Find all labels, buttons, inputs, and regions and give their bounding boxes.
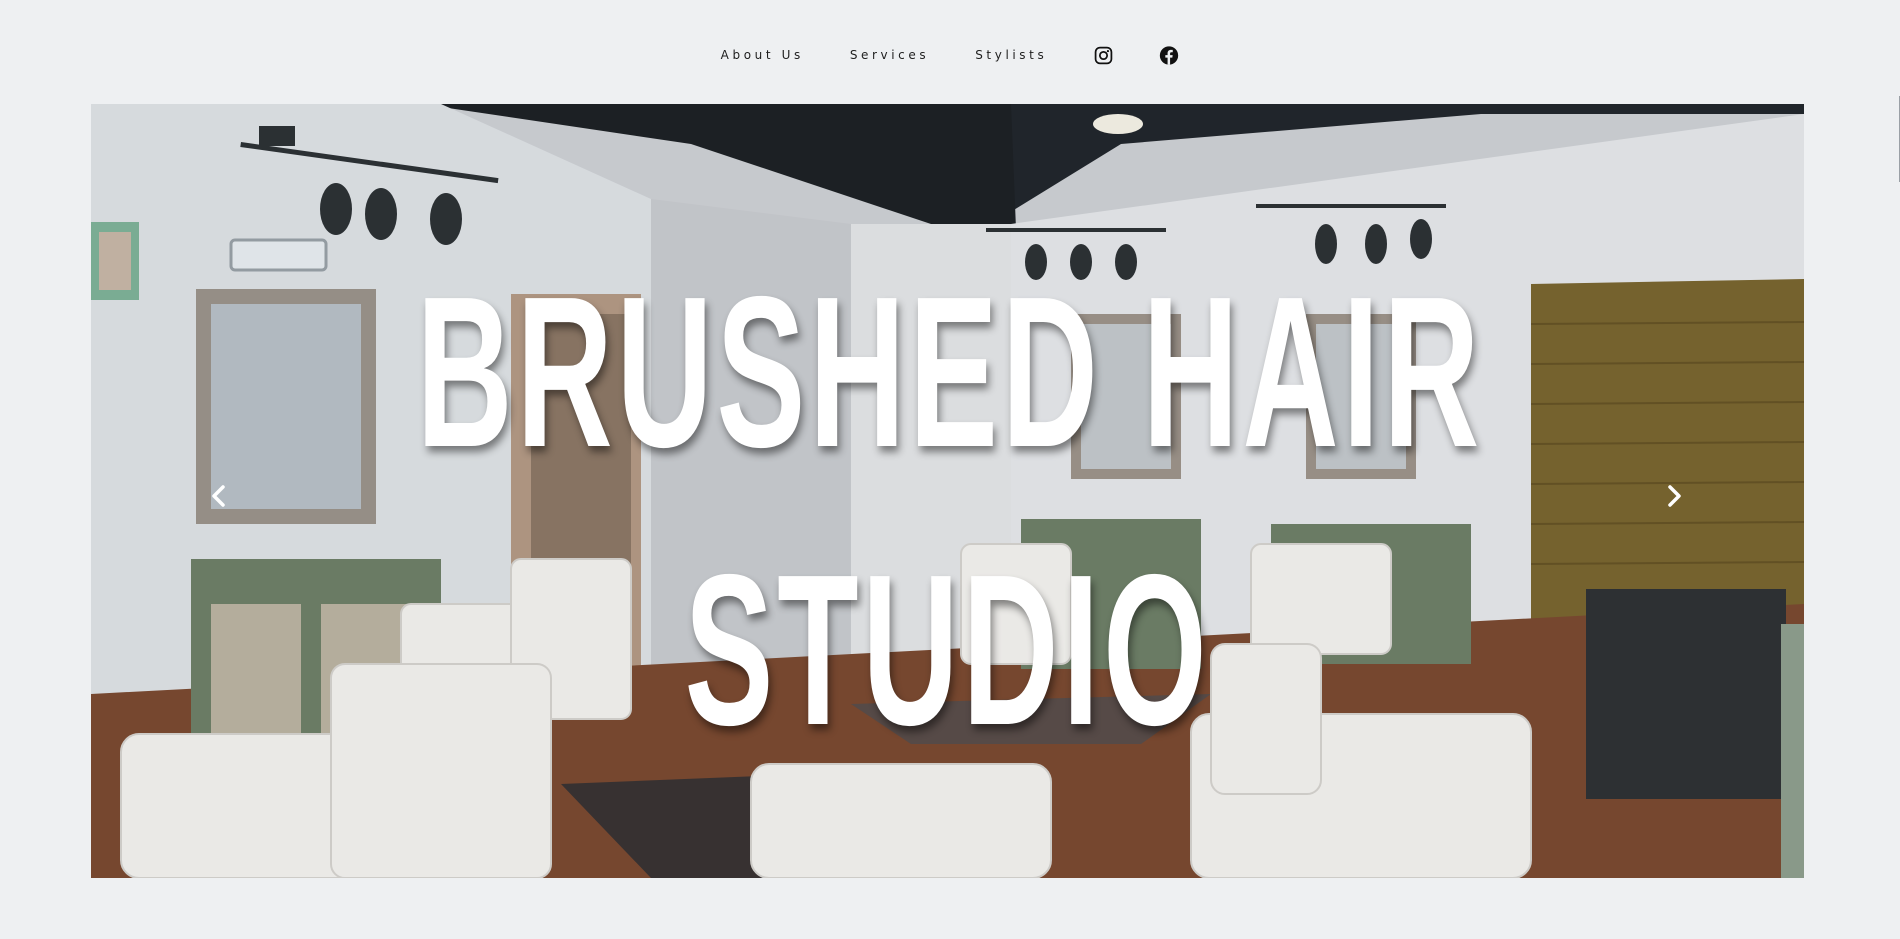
slider-next-button[interactable]: [1659, 476, 1689, 516]
hero-title-line1: BRUSHED HAIR: [416, 251, 1484, 492]
hero-slider: BRUSHED HAIR STUDIO: [91, 104, 1804, 878]
nav-stylists[interactable]: Stylists: [975, 48, 1047, 62]
facebook-icon[interactable]: [1159, 45, 1179, 65]
page: About Us Services Stylists BRUSHED HAIR …: [0, 0, 1900, 939]
slider-prev-button[interactable]: [204, 476, 234, 516]
nav-services[interactable]: Services: [850, 48, 929, 62]
instagram-icon[interactable]: [1093, 45, 1113, 65]
chevron-left-icon: [212, 485, 225, 507]
hero-title-line2: STUDIO: [684, 529, 1211, 770]
chevron-right-icon: [1668, 485, 1681, 507]
top-nav: About Us Services Stylists: [0, 36, 1900, 74]
nav-about-us[interactable]: About Us: [721, 48, 804, 62]
